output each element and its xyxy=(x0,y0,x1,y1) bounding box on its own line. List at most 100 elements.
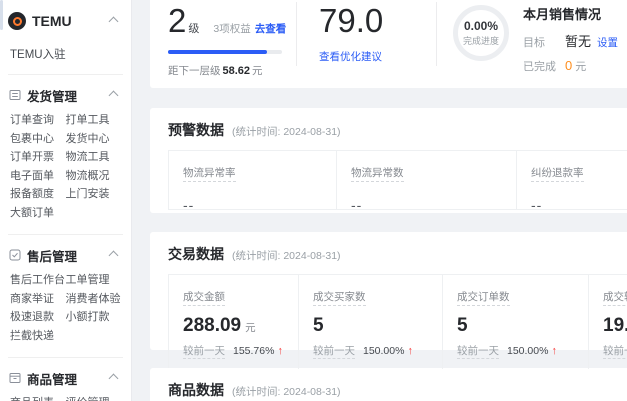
sidebar-section-title: 商品管理 xyxy=(27,372,78,387)
overview-card: 2 级 3项权益 去查看 距下一层级 58.62 元 79.0 查看优化建议 0… xyxy=(150,0,627,88)
panel-stat-time: (统计时间: 2024-08-31) xyxy=(232,386,341,398)
next-level-amount: 58.62 xyxy=(222,65,251,77)
metric-value: 288.09 xyxy=(183,315,242,336)
chevron-up-icon[interactable] xyxy=(108,90,119,100)
sidebar-product-items: 商品列表 评价管理 发布新商品 价格管理 商品体检 商品素材 商品工具 机会商品 xyxy=(8,394,123,401)
metric-label[interactable]: 成交买家数 xyxy=(313,291,366,306)
compare-label[interactable]: 较前一 xyxy=(603,343,627,359)
compare-value: 150.00% xyxy=(363,345,405,357)
sidebar-item[interactable]: 大额订单 xyxy=(8,204,66,223)
done-value: 0 xyxy=(565,58,573,73)
sidebar-section-title: 发货管理 xyxy=(27,89,78,104)
sidebar-item[interactable]: 订单开票 xyxy=(8,148,66,167)
next-level-hint: 距下一层级 58.62 元 xyxy=(168,65,263,77)
level-unit: 级 xyxy=(188,23,200,35)
metric-box: 纠纷退款率 -- xyxy=(517,151,627,213)
metric-box-clipped: 成交转 19. 较前一 xyxy=(589,275,627,369)
metric-label[interactable]: 成交转 xyxy=(603,291,627,306)
metric-value: 5 xyxy=(313,315,324,336)
sidebar-item[interactable]: 商品列表 xyxy=(8,394,66,401)
compare-label[interactable]: 较前一天 xyxy=(183,343,225,359)
sidebar-item[interactable]: 打单工具 xyxy=(66,111,124,130)
trade-metric-row: 成交金额 288.09 元 较前一天 155.76% ↑ 成交买家数 5 较前一… xyxy=(168,274,627,370)
dashboard-page: TEMU TEMU入驻 发货管理 订单查询 打单工具 包裹中心 发货中心 订单开… xyxy=(0,0,627,401)
sales-progress-value: 0.00% xyxy=(463,19,499,33)
view-optimization-link[interactable]: 查看优化建议 xyxy=(319,49,382,64)
sidebar-item[interactable]: 极速退款 xyxy=(8,308,66,327)
sidebar-shipping-items: 订单查询 打单工具 包裹中心 发货中心 订单开票 物流工具 电子面单 物流概况 … xyxy=(8,111,123,222)
chevron-up-icon[interactable] xyxy=(108,16,119,26)
chevron-up-icon[interactable] xyxy=(108,250,119,260)
sidebar-section-product[interactable]: 商品管理 xyxy=(8,368,123,388)
target-label: 目标 xyxy=(523,37,545,49)
metric-label[interactable]: 物流异常数 xyxy=(351,167,404,182)
level-progress-fill xyxy=(168,50,268,54)
sidebar-item[interactable]: 电子面单 xyxy=(8,167,66,186)
sidebar-app-header[interactable]: TEMU xyxy=(8,10,123,32)
compare-label[interactable]: 较前一天 xyxy=(313,343,355,359)
monthly-sales-title: 本月销售情况 xyxy=(523,7,602,22)
product-box-icon xyxy=(9,372,21,384)
sidebar-aftersale-items: 售后工作台 工单管理 商家举证 消费者体验 极速退款 小额打款 拦截快递 xyxy=(8,271,123,345)
compare-value: 155.76% xyxy=(233,345,275,357)
shipping-list-icon xyxy=(9,89,21,101)
sidebar-item[interactable]: 消费者体验 xyxy=(66,290,124,309)
sidebar-item[interactable]: 物流工具 xyxy=(66,148,124,167)
level-value: 2 xyxy=(168,2,187,39)
main-content: 2 级 3项权益 去查看 距下一层级 58.62 元 79.0 查看优化建议 0… xyxy=(150,0,627,401)
shop-score-value: 79.0 xyxy=(319,2,384,39)
trend-up-icon: ↑ xyxy=(551,345,557,357)
sidebar-item[interactable]: 商家举证 xyxy=(8,290,66,309)
sidebar-item[interactable]: 拦截快递 xyxy=(8,327,66,346)
metric-box: 成交订单数 5 较前一天 150.00% ↑ xyxy=(443,275,589,369)
metric-box: 成交买家数 5 较前一天 150.00% ↑ xyxy=(299,275,443,369)
trend-up-icon: ↑ xyxy=(277,345,283,357)
check-circle-icon xyxy=(9,249,21,261)
compare-value: 150.00% xyxy=(507,345,549,357)
target-value: 暂无 xyxy=(565,34,592,49)
metric-box: 物流异常数 -- xyxy=(337,151,517,213)
view-benefits-link[interactable]: 去查看 xyxy=(255,21,287,36)
sidebar-scrollbar-thumb[interactable] xyxy=(0,0,3,30)
shop-score-block: 79.0 查看优化建议 xyxy=(297,2,436,76)
sidebar-item[interactable]: 评价管理 xyxy=(66,394,124,401)
metric-label[interactable]: 纠纷退款率 xyxy=(531,167,584,182)
divider xyxy=(8,74,123,75)
set-target-link[interactable]: 设置 xyxy=(597,35,618,50)
chevron-up-icon[interactable] xyxy=(108,373,119,383)
sidebar-item[interactable]: 售后工作台 xyxy=(8,271,66,290)
warning-data-panel: 预警数据 (统计时间: 2024-08-31) 物流异常率 -- 物流异常数 -… xyxy=(150,108,627,213)
panel-title: 交易数据 xyxy=(168,246,224,262)
sidebar-item[interactable]: 工单管理 xyxy=(66,271,124,290)
metric-value: 5 xyxy=(457,315,468,336)
sidebar-item[interactable]: 订单查询 xyxy=(8,111,66,130)
sidebar-item[interactable]: 发货中心 xyxy=(66,130,124,149)
metric-box: 物流异常率 -- xyxy=(169,151,337,213)
sidebar-item[interactable]: 小额打款 xyxy=(66,308,124,327)
metric-label[interactable]: 成交金额 xyxy=(183,291,225,306)
metric-value: -- xyxy=(351,197,363,213)
metric-unit: 元 xyxy=(245,322,256,334)
metric-box: 成交金额 288.09 元 较前一天 155.76% ↑ xyxy=(169,275,299,369)
trade-data-panel: 交易数据 (统计时间: 2024-08-31) 成交金额 288.09 元 较前… xyxy=(150,232,627,370)
done-unit: 元 xyxy=(575,61,587,73)
divider xyxy=(8,357,123,358)
warning-metric-row: 物流异常率 -- 物流异常数 -- 纠纷退款率 -- xyxy=(168,150,627,213)
metric-label[interactable]: 物流异常率 xyxy=(183,167,236,182)
done-label: 已完成 xyxy=(523,61,556,73)
trend-up-icon: ↑ xyxy=(407,345,413,357)
sidebar-item[interactable]: 上门安装 xyxy=(66,185,124,204)
sidebar-item[interactable]: 物流概况 xyxy=(66,167,124,186)
metric-label[interactable]: 成交订单数 xyxy=(457,291,510,306)
sidebar-item-temu-entry[interactable]: TEMU入驻 xyxy=(10,46,123,62)
benefits-count: 3项权益 xyxy=(213,23,251,35)
sidebar-section-shipping[interactable]: 发货管理 xyxy=(8,85,123,105)
goods-data-panel: 商品数据 (统计时间: 2024-08-31) xyxy=(150,368,627,401)
sidebar-section-aftersale[interactable]: 售后管理 xyxy=(8,245,123,265)
level-progress-bar xyxy=(168,50,282,54)
compare-label[interactable]: 较前一天 xyxy=(457,343,499,359)
sidebar-item[interactable]: 包裹中心 xyxy=(8,130,66,149)
panel-title: 商品数据 xyxy=(168,382,224,398)
sidebar-item[interactable]: 报备额度 xyxy=(8,185,66,204)
panel-stat-time: (统计时间: 2024-08-31) xyxy=(232,126,341,138)
